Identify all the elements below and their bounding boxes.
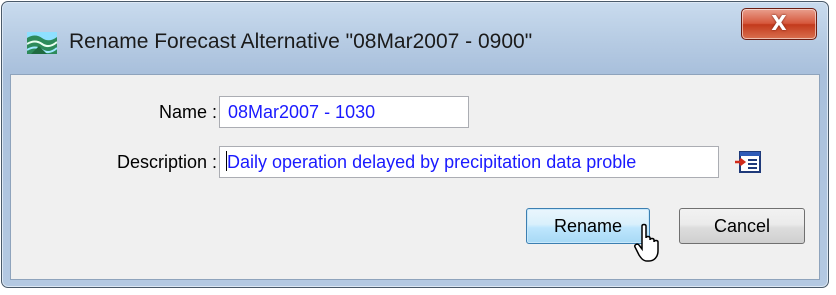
name-input-value: 08Mar2007 - 1030 [228,102,376,122]
close-icon: X [771,11,787,35]
rename-button[interactable]: Rename [526,208,650,244]
description-input-value: Daily operation delayed by precipitation… [227,152,637,172]
mouse-pointer-icon [634,223,659,262]
forecast-app-icon [27,32,57,54]
window-title: Rename Forecast Alternative "08Mar2007 -… [69,30,533,53]
description-input[interactable]: Daily operation delayed by precipitation… [219,146,719,178]
text-editor-icon[interactable] [734,149,762,175]
name-label: Name : [158,102,217,122]
rename-dialog: Rename Forecast Alternative "08Mar2007 -… [1,1,829,288]
title-bar[interactable]: Rename Forecast Alternative "08Mar2007 -… [2,2,828,74]
cancel-button[interactable]: Cancel [679,208,805,244]
dialog-body: Name : 08Mar2007 - 1030 Description : Da… [10,74,820,280]
description-label: Description : [116,152,217,172]
close-button[interactable]: X [741,8,817,40]
name-input[interactable]: 08Mar2007 - 1030 [219,96,469,128]
